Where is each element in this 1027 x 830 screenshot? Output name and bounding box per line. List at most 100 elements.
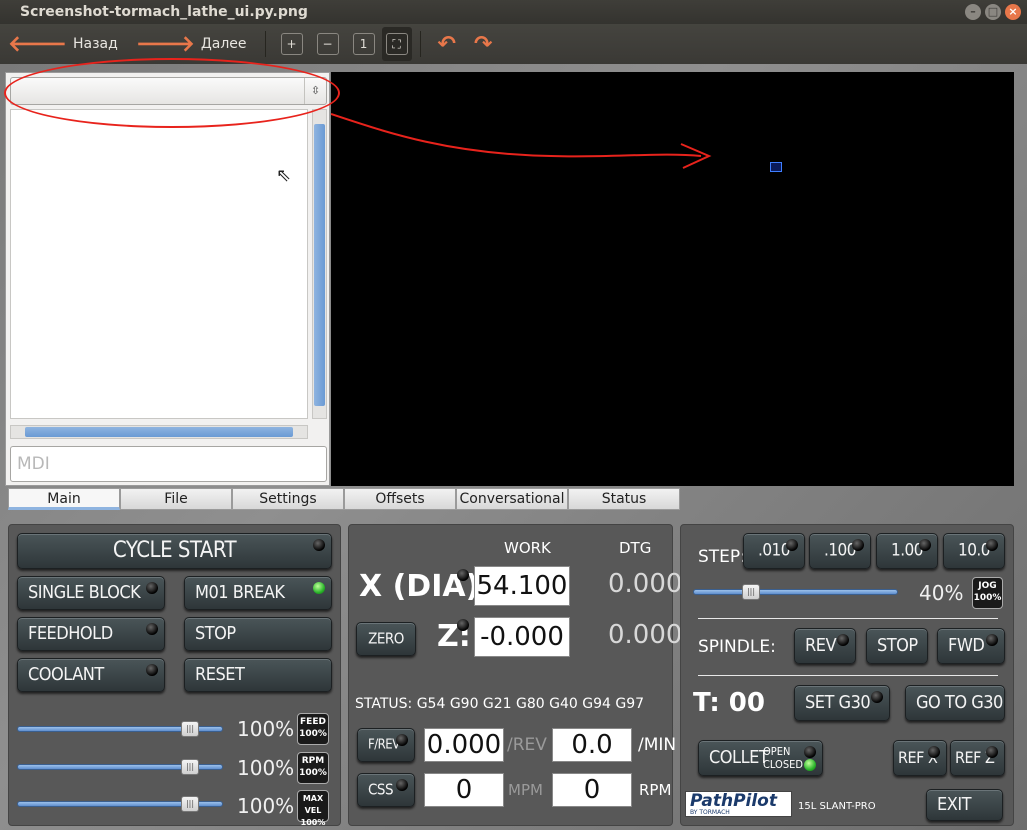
jog-speed-slider[interactable]: ||| xyxy=(693,584,898,600)
maxvel-override-pct: 100% xyxy=(237,794,295,818)
vertical-scrollbar[interactable] xyxy=(312,109,327,419)
x-work-dro[interactable]: 54.100 xyxy=(474,566,570,606)
step-100-button[interactable]: .100 xyxy=(809,533,871,569)
dro-panel: WORK DTG X (DIA): 54.100 0.000 ZERO Z: -… xyxy=(348,524,682,826)
m01-break-led xyxy=(313,582,325,594)
rpm-tag-value: 100% xyxy=(299,768,327,778)
tab-file[interactable]: File xyxy=(120,488,232,510)
jog-tag[interactable]: JOG 100% xyxy=(972,577,1003,609)
zoom-out-icon[interactable]: − xyxy=(316,33,339,55)
rpm-override-pct: 100% xyxy=(237,756,295,780)
logo-text: PathPilot xyxy=(690,791,777,811)
collet-open: OPEN xyxy=(763,745,791,758)
rpm-tag-title: RPM xyxy=(301,756,325,766)
min-input[interactable]: 0.0 xyxy=(552,728,632,762)
rotate-right-icon[interactable]: ↷ xyxy=(474,32,492,57)
tab-conversational[interactable]: Conversational xyxy=(456,488,568,510)
collet-button[interactable]: COLLET OPEN CLOSED xyxy=(698,740,823,776)
mdi-input[interactable]: MDI xyxy=(10,446,327,482)
back-button[interactable]: Назад xyxy=(73,36,118,52)
css-button[interactable]: CSS xyxy=(357,773,415,807)
z-work-dro[interactable]: -0.000 xyxy=(474,617,570,657)
exit-button[interactable]: EXIT xyxy=(926,789,1003,821)
coolant-button[interactable]: COOLANT xyxy=(17,658,165,692)
ref-x-button[interactable]: REF X xyxy=(893,740,947,776)
frev-led xyxy=(396,734,408,746)
jog-tag-value: 100% xyxy=(973,593,1002,603)
zoom-fit-toggle[interactable]: ⛶ xyxy=(381,27,412,61)
forward-arrow-icon[interactable]: 🡒 xyxy=(136,31,195,57)
maxvel-override-slider[interactable]: ||| xyxy=(17,796,223,812)
back-arrow-icon[interactable]: 🡐 xyxy=(8,31,67,57)
zoom-in-icon[interactable]: + xyxy=(280,33,303,55)
window-titlebar: Screenshot-tormach_lathe_ui.py.png – □ × xyxy=(0,0,1027,24)
feed-override-slider[interactable]: ||| xyxy=(17,721,223,737)
single-block-button[interactable]: SINGLE BLOCK xyxy=(17,576,165,610)
ref-z-button[interactable]: REF Z xyxy=(950,740,1005,776)
tab-main[interactable]: Main xyxy=(8,488,120,510)
frev-input[interactable]: 0.000 xyxy=(424,728,504,762)
set-g30-button[interactable]: SET G30 xyxy=(794,685,890,721)
stop-button[interactable]: STOP xyxy=(184,617,332,651)
jog-spindle-panel: STEP: .010 .100 1.00 10.0 ||| 40% JOG 100… xyxy=(680,524,1014,826)
toolbar-separator xyxy=(264,31,266,57)
zero-label: ZERO xyxy=(368,629,404,648)
rpm-override-knob[interactable]: ||| xyxy=(181,759,199,775)
rpm-override-slider[interactable]: ||| xyxy=(17,759,223,775)
maximize-button[interactable]: □ xyxy=(985,4,1001,20)
zoom-normal-icon[interactable]: 1 xyxy=(352,33,375,55)
feedhold-button[interactable]: FEEDHOLD xyxy=(17,617,165,651)
close-button[interactable]: × xyxy=(1005,4,1021,20)
collet-closed-led xyxy=(804,759,816,771)
tab-offsets[interactable]: Offsets xyxy=(344,488,456,510)
feed-override-tag[interactable]: FEED 100% xyxy=(297,713,329,745)
coolant-label: COOLANT xyxy=(28,664,104,685)
rpm-input[interactable]: 0 xyxy=(552,773,632,807)
step-1-led xyxy=(919,539,931,551)
feedhold-led xyxy=(146,623,158,635)
maxvel-override-tag[interactable]: MAX VEL 100% xyxy=(297,790,329,827)
frev-unit: /REV xyxy=(507,735,547,755)
single-block-label: SINGLE BLOCK xyxy=(28,582,141,603)
tab-settings[interactable]: Settings xyxy=(232,488,344,510)
mpm-input[interactable]: 0 xyxy=(424,773,504,807)
cycle-start-button[interactable]: CYCLE START xyxy=(17,533,332,569)
step-010-button[interactable]: .010 xyxy=(743,533,805,569)
collet-label: COLLET xyxy=(709,747,769,768)
gcode-listing[interactable] xyxy=(10,109,308,419)
jog-speed-knob[interactable]: ||| xyxy=(742,584,760,600)
feed-override-knob[interactable]: ||| xyxy=(181,721,199,737)
spindle-fwd-button[interactable]: FWD xyxy=(937,628,1005,664)
horizontal-scrollbar[interactable] xyxy=(10,425,308,439)
minimize-button[interactable]: – xyxy=(965,4,981,20)
forward-button[interactable]: Далее xyxy=(201,36,247,52)
work-header: WORK xyxy=(504,539,551,557)
frev-button[interactable]: F/REV xyxy=(357,728,415,762)
status-codes: G54 G90 G21 G80 G40 G94 G97 xyxy=(416,696,645,712)
spindle-stop-button[interactable]: STOP xyxy=(866,628,928,664)
rpm-unit: RPM xyxy=(639,781,672,799)
zero-button[interactable]: ZERO xyxy=(356,622,416,656)
rotate-left-icon[interactable]: ↶ xyxy=(438,32,456,57)
tab-status[interactable]: Status xyxy=(568,488,680,510)
go-to-g30-button[interactable]: GO TO G30 xyxy=(905,685,1005,721)
step-10-button[interactable]: 10.0 xyxy=(943,533,1005,569)
vertical-scroll-thumb[interactable] xyxy=(314,124,325,406)
maxvel-override-knob[interactable]: ||| xyxy=(181,796,199,812)
m01-break-button[interactable]: M01 BREAK xyxy=(184,576,332,610)
main-tabs: Main File Settings Offsets Conversationa… xyxy=(8,488,680,510)
spindle-rev-button[interactable]: REV xyxy=(794,628,856,664)
cycle-start-led xyxy=(313,539,325,551)
step-010-led xyxy=(786,539,798,551)
z-axis-led xyxy=(457,619,469,631)
spindle-fwd-led xyxy=(986,634,998,646)
divider xyxy=(698,618,998,619)
x-axis-label: X (DIA): xyxy=(359,569,492,604)
mpm-unit: MPM xyxy=(508,781,543,799)
lathe-ui: ⇳ MDI ⇖ Main File Settings Offsets Conve… xyxy=(0,58,1027,830)
reset-button[interactable]: RESET xyxy=(184,658,332,692)
rpm-override-tag[interactable]: RPM 100% xyxy=(297,752,329,784)
step-1-button[interactable]: 1.00 xyxy=(876,533,938,569)
horizontal-scroll-thumb[interactable] xyxy=(25,427,293,437)
feed-tag-title: FEED xyxy=(300,717,326,727)
